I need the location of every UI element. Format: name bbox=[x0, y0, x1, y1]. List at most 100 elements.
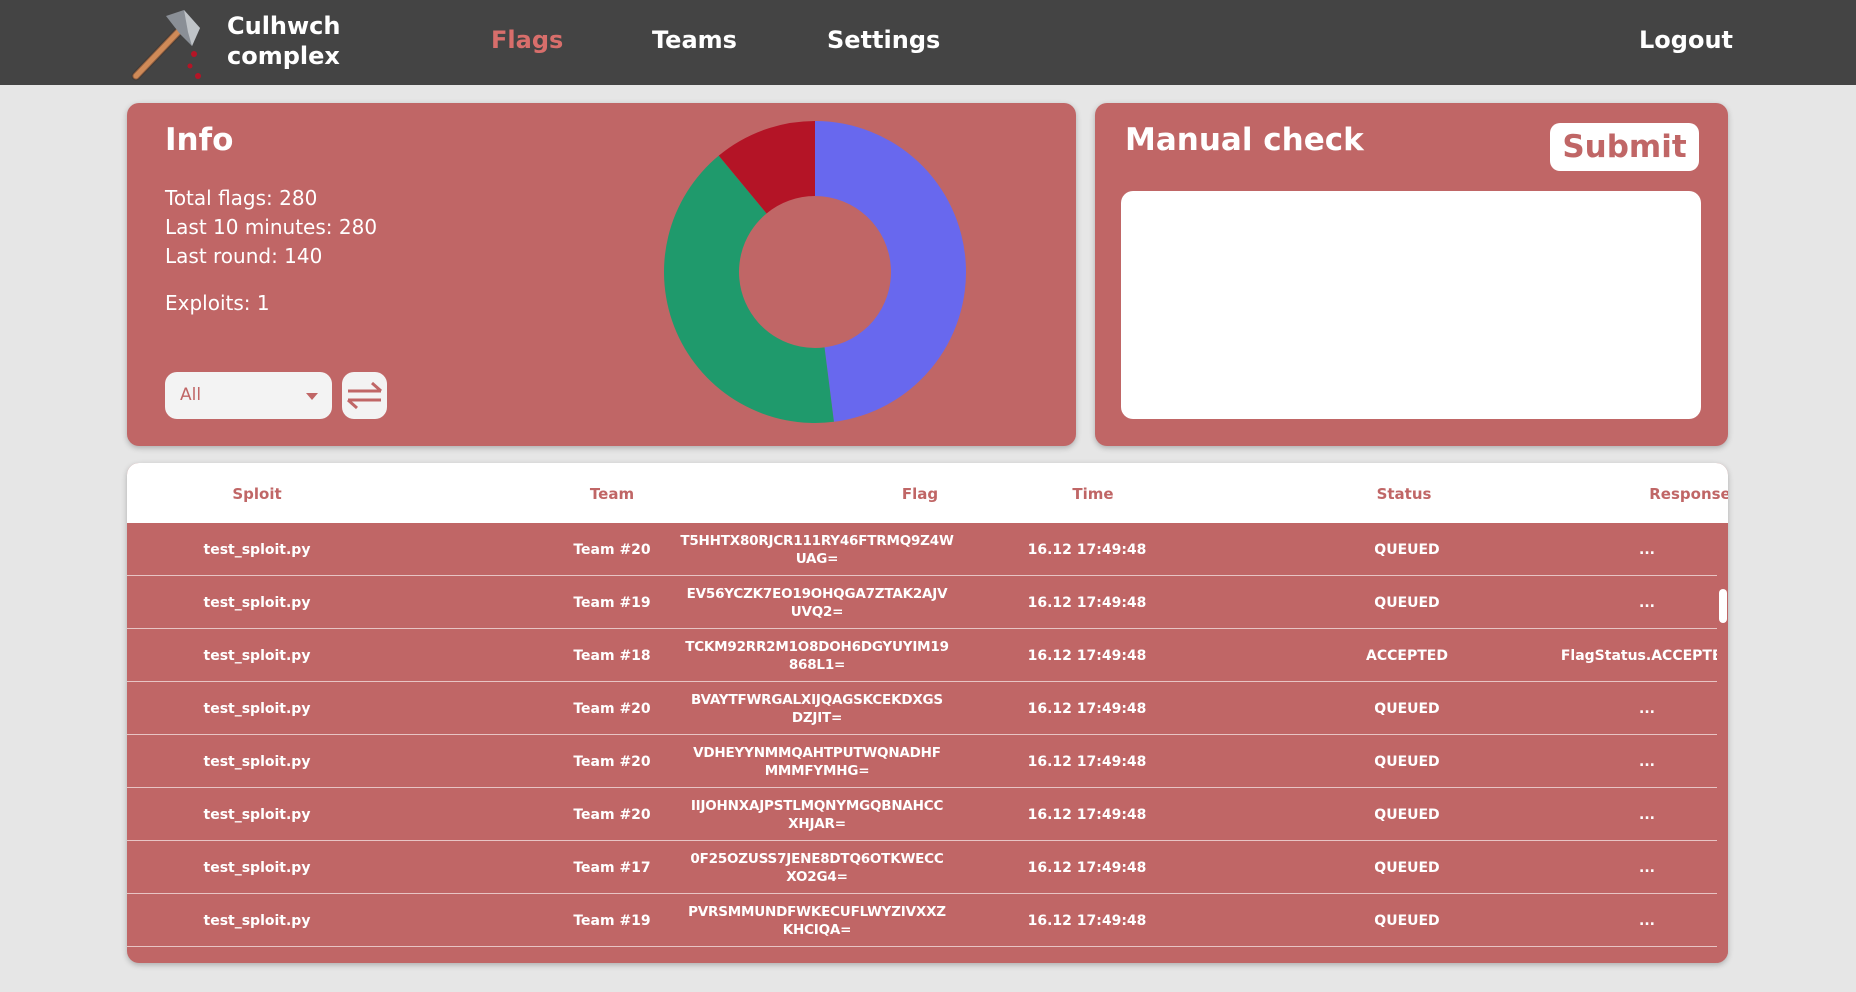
flag-cell: PVRSMMUNDFWKECUFLWYZIVXXZ KHCIQA= bbox=[657, 894, 977, 947]
time-cell: 16.12 17:49:48 bbox=[1027, 859, 1147, 876]
status-cell: QUEUED bbox=[1374, 753, 1440, 770]
flag-text-line: 0F25OZUSS7JENE8DTQ6OTKWECC bbox=[690, 850, 944, 867]
table-scrollbar[interactable] bbox=[1717, 523, 1728, 963]
last-round: Last round: 140 bbox=[165, 244, 323, 268]
swap-arrows-icon bbox=[347, 381, 382, 410]
response-cell: ... bbox=[1639, 912, 1655, 929]
flag-status-donut-chart bbox=[664, 121, 966, 423]
response-cell: FlagStatus.ACCEPTED bbox=[1560, 647, 1717, 664]
flag-text-line: KHCIQA= bbox=[782, 921, 852, 938]
sploit-cell: test_sploit.py bbox=[203, 912, 311, 929]
manual-check-card: Manual check Submit bbox=[1095, 103, 1728, 446]
table-row[interactable]: test_sploit.py Team #17 16.12 17:49:48 QUEU… bbox=[127, 841, 1717, 894]
logout-link[interactable]: Logout bbox=[1639, 26, 1733, 54]
table-row[interactable]: test_sploit.py Team #20 16.12 17:49:48 QUEU… bbox=[127, 523, 1717, 576]
table-row[interactable]: test_sploit.py Team #19 16.12 17:49:48 QUEU… bbox=[127, 576, 1717, 629]
table-row[interactable]: test_sploit.py Team #20 16.12 17:49:48 QUEU… bbox=[127, 682, 1717, 735]
manual-flags-textarea[interactable] bbox=[1121, 191, 1701, 419]
info-title: Info bbox=[165, 122, 234, 158]
time-cell: 16.12 17:49:48 bbox=[1027, 753, 1147, 770]
flag-text-line: DZJIT= bbox=[791, 709, 843, 726]
table-row[interactable]: test_sploit.py Team #18 16.12 17:49:48 ACCE… bbox=[127, 629, 1717, 682]
table-row[interactable]: test_sploit.py Team #20 16.12 17:49:48 QUEU… bbox=[127, 735, 1717, 788]
time-cell: 16.12 17:49:48 bbox=[1027, 806, 1147, 823]
time-cell bbox=[987, 947, 1187, 963]
table-row[interactable]: test_sploit.py Team #19 16.12 17:49:48 QUEU… bbox=[127, 894, 1717, 947]
status-cell: QUEUED bbox=[1374, 806, 1440, 823]
flag-text-line: TCKM92RR2M1O8DOH6DGYUYIM19 bbox=[685, 638, 949, 655]
flag-cell: T5HHTX80RJCR111RY46FTRMQ9Z4W UAG= bbox=[657, 523, 977, 576]
flag-cell: IIJOHNXAJPSTLMQNYMGQBNAHCC XHJAR= bbox=[657, 788, 977, 841]
table-row[interactable]: test_sploit.py Team #20 16.12 17:49:48 QUEU… bbox=[127, 788, 1717, 841]
total-flags: Total flags: 280 bbox=[165, 186, 318, 210]
flag-text-line: MMMFYMHG= bbox=[764, 762, 870, 779]
status-cell: QUEUED bbox=[1374, 594, 1440, 611]
flag-cell: VDHEYYNMMQAHTPUTWQNADHF MMMFYMHG= bbox=[657, 735, 977, 788]
sploit-cell: test_sploit.py bbox=[203, 806, 311, 823]
status-cell: QUEUED bbox=[1374, 700, 1440, 717]
scrollbar-thumb[interactable] bbox=[1719, 589, 1727, 623]
axe-icon[interactable] bbox=[128, 6, 208, 82]
flag-text-line: T5HHTX80RJCR111RY46FTRMQ9Z4W bbox=[680, 532, 954, 549]
time-cell: 16.12 17:49:48 bbox=[1027, 700, 1147, 717]
donut-segment-accepted[interactable] bbox=[815, 121, 966, 422]
flags-table: Sploit Team Flag Time Status Response te… bbox=[127, 463, 1728, 963]
nav-flags[interactable]: Flags bbox=[491, 26, 563, 54]
response-cell: ... bbox=[1639, 753, 1655, 770]
column-header-sploit[interactable]: Sploit bbox=[177, 485, 337, 503]
sploit-filter-select[interactable]: All bbox=[165, 372, 332, 419]
response-cell: ... bbox=[1639, 541, 1655, 558]
flag-text-line: BVAYTFWRGALXIJQAGSKCEKDXGS bbox=[691, 691, 943, 708]
table-row[interactable]: WDCKQMCJEWRIPFRKYAXTTTRME bbox=[127, 947, 1717, 963]
status-cell: ACCEPTED bbox=[1366, 647, 1448, 664]
flag-cell: WDCKQMCJEWRIPFRKYAXTTTRME bbox=[657, 947, 977, 963]
status-cell: QUEUED bbox=[1374, 541, 1440, 558]
flag-text-line: XO2G4= bbox=[786, 868, 848, 885]
time-cell: 16.12 17:49:48 bbox=[1027, 647, 1147, 664]
column-header-response[interactable]: Response bbox=[1540, 485, 1728, 503]
info-card: Info Total flags: 280 Last 10 minutes: 2… bbox=[127, 103, 1076, 446]
flag-text-line: XHJAR= bbox=[788, 815, 846, 832]
sploit-cell: test_sploit.py bbox=[203, 647, 311, 664]
flag-cell: TCKM92RR2M1O8DOH6DGYUYIM19 868L1= bbox=[657, 629, 977, 682]
response-cell: ... bbox=[1639, 700, 1655, 717]
column-header-team[interactable]: Team bbox=[527, 485, 697, 503]
manual-check-title: Manual check bbox=[1125, 122, 1364, 158]
flag-text-line: PVRSMMUNDFWKECUFLWYZIVXXZ bbox=[688, 903, 946, 920]
nav-settings[interactable]: Settings bbox=[827, 26, 940, 54]
sploit-cell bbox=[177, 947, 337, 963]
brand-line-2: complex bbox=[227, 42, 340, 70]
table-header: Sploit Team Flag Time Status Response bbox=[127, 463, 1728, 523]
time-cell: 16.12 17:49:48 bbox=[1027, 594, 1147, 611]
chevron-down-icon bbox=[306, 393, 318, 400]
flag-text-line: 868L1= bbox=[788, 656, 846, 673]
submit-button[interactable]: Submit bbox=[1550, 123, 1699, 171]
nav-teams[interactable]: Teams bbox=[652, 26, 737, 54]
sploit-cell: test_sploit.py bbox=[203, 859, 311, 876]
response-cell bbox=[1497, 947, 1717, 963]
time-cell: 16.12 17:49:48 bbox=[1027, 912, 1147, 929]
column-header-status[interactable]: Status bbox=[1324, 485, 1484, 503]
table-body: test_sploit.py Team #20 16.12 17:49:48 QUEU… bbox=[127, 523, 1717, 963]
flag-cell: BVAYTFWRGALXIJQAGSKCEKDXGS DZJIT= bbox=[657, 682, 977, 735]
sploit-filter-value: All bbox=[180, 385, 202, 405]
last-10-minutes: Last 10 minutes: 280 bbox=[165, 215, 378, 239]
sploit-cell: test_sploit.py bbox=[203, 753, 311, 770]
swap-button[interactable] bbox=[342, 372, 387, 419]
column-header-time[interactable]: Time bbox=[993, 485, 1193, 503]
response-cell: ... bbox=[1639, 594, 1655, 611]
response-cell: ... bbox=[1639, 859, 1655, 876]
exploits-count: Exploits: 1 bbox=[165, 291, 270, 315]
flag-text-line: IIJOHNXAJPSTLMQNYMGQBNAHCC bbox=[690, 797, 944, 814]
flag-cell: EV56YCZK7EO19OHQGA7ZTAK2AJV UVQ2= bbox=[657, 576, 977, 629]
sploit-cell: test_sploit.py bbox=[203, 700, 311, 717]
brand-name: Culhwch complex bbox=[227, 11, 341, 71]
flag-cell: 0F25OZUSS7JENE8DTQ6OTKWECC XO2G4= bbox=[657, 841, 977, 894]
status-cell: QUEUED bbox=[1374, 912, 1440, 929]
status-cell bbox=[1327, 947, 1487, 963]
sploit-cell: test_sploit.py bbox=[203, 541, 311, 558]
response-cell: ... bbox=[1639, 806, 1655, 823]
brand-line-1: Culhwch bbox=[227, 12, 341, 40]
top-navbar: Culhwch complex Flags Teams Settings Log… bbox=[0, 0, 1856, 85]
sploit-cell: test_sploit.py bbox=[203, 594, 311, 611]
